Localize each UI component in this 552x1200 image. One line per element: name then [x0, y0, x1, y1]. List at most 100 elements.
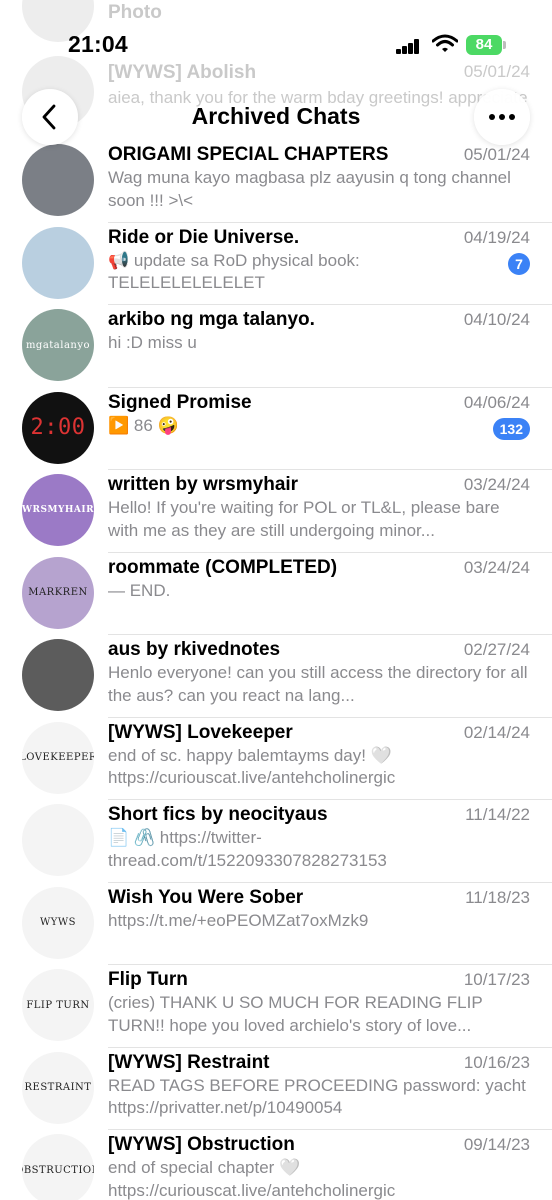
chat-date: 09/14/23	[463, 1135, 530, 1154]
chat-content: [WYWS] Lovekeeper 02/14/24 end of sc. happ…	[108, 718, 530, 801]
chat-date: 05/01/24	[463, 145, 530, 164]
archived-chat-list: ORIGAMI SPECIAL CHAPTERS 05/01/24 Wag muna…	[0, 140, 552, 1200]
avatar-label: 2:00	[30, 415, 86, 440]
chat-title: arkibo ng mga talanyo.	[108, 309, 315, 330]
navigation-header: Archived Chats	[0, 86, 552, 146]
chat-avatar	[22, 804, 94, 876]
chat-title: aus by rkivednotes	[108, 639, 281, 660]
chat-row[interactable]: aus by rkivednotes 02/27/24 Henlo everyone…	[0, 635, 552, 718]
chat-row[interactable]: 2:00 Signed Promise 04/06/24 ▶️ 86 🤪 132	[0, 388, 552, 471]
chat-title: Wish You Were Sober	[108, 886, 304, 908]
cellular-signal-icon	[396, 38, 420, 54]
chat-row[interactable]: FLIP TURN Flip Turn 10/17/23 (cries) THANK …	[0, 965, 552, 1048]
chat-avatar: mgatalanyo	[22, 309, 94, 381]
chat-content: Ride or Die Universe. 04/19/24 📢 update sa…	[108, 223, 530, 306]
chat-row[interactable]: MARKREN roommate (COMPLETED) 03/24/24 — END…	[0, 553, 552, 636]
chat-preview: end of special chapter 🤍 https://curious…	[108, 1158, 396, 1200]
battery-tip	[503, 41, 506, 49]
chat-content: aus by rkivednotes 02/27/24 Henlo everyone…	[108, 635, 530, 718]
chat-title: [WYWS] Restraint	[108, 1051, 270, 1073]
chat-title: Short fics by neocityaus	[108, 804, 328, 825]
chat-title: Ride or Die Universe.	[108, 226, 300, 248]
chat-row[interactable]: RESTRAINT [WYWS] Restraint 10/16/23 READ TA…	[0, 1048, 552, 1131]
battery-level: 84	[475, 36, 493, 53]
status-time: 21:04	[68, 31, 128, 57]
chat-avatar: OBSTRUCTION	[22, 1134, 94, 1200]
unread-count-badge: 7	[508, 252, 530, 275]
avatar-label: mgatalanyo	[25, 339, 91, 351]
chat-content: [WYWS] Obstruction 09/14/23 end of special…	[108, 1130, 530, 1200]
chat-date: 04/10/24	[463, 310, 530, 329]
avatar-label: LOVEKEEPER	[22, 752, 94, 763]
chat-content: written by wrsmyhair 03/24/24 Hello! If yo…	[108, 470, 530, 553]
chat-date: 04/06/24	[463, 392, 530, 412]
chat-preview: Wag muna kayo magbasa plz aayusin q tong…	[108, 168, 511, 210]
chat-title: roommate (COMPLETED)	[108, 556, 338, 578]
chat-avatar	[22, 226, 94, 299]
chat-avatar: LOVEKEEPER	[22, 721, 94, 794]
chat-title: ORIGAMI SPECIAL CHAPTERS	[108, 144, 389, 165]
chat-preview: end of sc. happy balemtayms day! 🤍 https…	[108, 745, 396, 788]
chat-row[interactable]: WYWS Wish You Were Sober 11/18/23 https://t…	[0, 883, 552, 966]
chat-title: Flip Turn	[108, 969, 188, 990]
battery-indicator: 84	[466, 35, 502, 55]
chat-date: 10/16/23	[463, 1052, 530, 1072]
unread-count-badge: 132	[492, 417, 530, 440]
chat-avatar: MARKREN	[22, 556, 94, 629]
chat-preview: — END.	[108, 580, 171, 600]
chat-preview: 📄 🖇️ https://twitter-thread.com/t/152209…	[108, 828, 387, 870]
ellipsis-icon	[489, 114, 515, 120]
chat-title: Signed Promise	[108, 391, 252, 413]
chat-title: written by wrsmyhair	[108, 474, 299, 495]
chat-content: Flip Turn 10/17/23 (cries) THANK U SO MUCH…	[108, 965, 530, 1048]
chat-content: Signed Promise 04/06/24 ▶️ 86 🤪 132	[108, 388, 530, 471]
avatar-label: WRSMYHAIR	[22, 505, 94, 515]
chat-content: Short fics by neocityaus 11/14/22 📄 🖇️ htt…	[108, 800, 530, 883]
chat-date: 03/24/24	[463, 475, 530, 494]
chat-date: 02/14/24	[463, 722, 530, 742]
chat-preview: ▶️ 86 🤪	[108, 415, 179, 435]
chat-preview: https://t.me/+eoPEOMZat7oxMzk9	[108, 910, 369, 930]
chat-row[interactable]: Ride or Die Universe. 04/19/24 📢 update sa…	[0, 223, 552, 306]
page-title: Archived Chats	[191, 103, 361, 129]
avatar-label: FLIP TURN	[26, 999, 90, 1011]
chat-avatar: 2:00	[22, 391, 94, 464]
chat-row[interactable]: OBSTRUCTION [WYWS] Obstruction 09/14/23 end…	[0, 1130, 552, 1200]
chat-date: 11/14/22	[465, 805, 530, 824]
chat-preview: READ TAGS BEFORE PROCEEDING password: ya…	[108, 1075, 526, 1118]
chat-content: arkibo ng mga talanyo. 04/10/24 hi :D miss…	[108, 305, 530, 388]
chat-content: [WYWS] Restraint 10/16/23 READ TAGS BEFORE…	[108, 1048, 530, 1131]
chat-date: 03/24/24	[463, 557, 530, 577]
chat-avatar: FLIP TURN	[22, 969, 94, 1041]
chat-date: 11/18/23	[465, 887, 530, 907]
chat-preview: (cries) THANK U SO MUCH FOR READING FLIP…	[108, 993, 483, 1035]
chat-row[interactable]: Short fics by neocityaus 11/14/22 📄 🖇️ htt…	[0, 800, 552, 883]
chat-avatar: RESTRAINT	[22, 1051, 94, 1124]
chat-avatar: WYWS	[22, 886, 94, 959]
status-bar: 21:04 84	[0, 0, 552, 90]
avatar-label: OBSTRUCTION	[22, 1164, 94, 1176]
chat-content: Wish You Were Sober 11/18/23 https://t.me/…	[108, 883, 530, 966]
chat-avatar: WRSMYHAIR	[22, 474, 94, 546]
chat-preview: Hello! If you're waiting for POL or TL&L…	[108, 498, 500, 540]
avatar-label: MARKREN	[28, 587, 88, 598]
chat-preview: 📢 update sa RoD physical book: TELELELEL…	[108, 250, 360, 293]
chat-row[interactable]: ORIGAMI SPECIAL CHAPTERS 05/01/24 Wag muna…	[0, 140, 552, 223]
avatar-label: WYWS	[39, 917, 76, 928]
chat-row[interactable]: mgatalanyo arkibo ng mga talanyo. 04/10/24…	[0, 305, 552, 388]
chat-row[interactable]: WRSMYHAIR written by wrsmyhair 03/24/24 Hel…	[0, 470, 552, 553]
chat-title: [WYWS] Lovekeeper	[108, 721, 293, 743]
chat-row[interactable]: LOVEKEEPER [WYWS] Lovekeeper 02/14/24 end o…	[0, 718, 552, 801]
chat-avatar	[22, 639, 94, 711]
chat-date: 04/19/24	[463, 227, 530, 247]
chat-content: roommate (COMPLETED) 03/24/24 — END.	[108, 553, 530, 636]
chat-content: ORIGAMI SPECIAL CHAPTERS 05/01/24 Wag muna…	[108, 140, 530, 223]
chat-avatar	[22, 144, 94, 216]
chat-date: 10/17/23	[463, 970, 530, 989]
chat-title: [WYWS] Obstruction	[108, 1134, 295, 1155]
more-options-button[interactable]	[474, 89, 530, 145]
wifi-icon	[432, 34, 458, 52]
avatar-label: RESTRAINT	[24, 1082, 92, 1093]
chat-date: 02/27/24	[463, 640, 530, 659]
chat-preview: hi :D miss u	[108, 333, 197, 352]
